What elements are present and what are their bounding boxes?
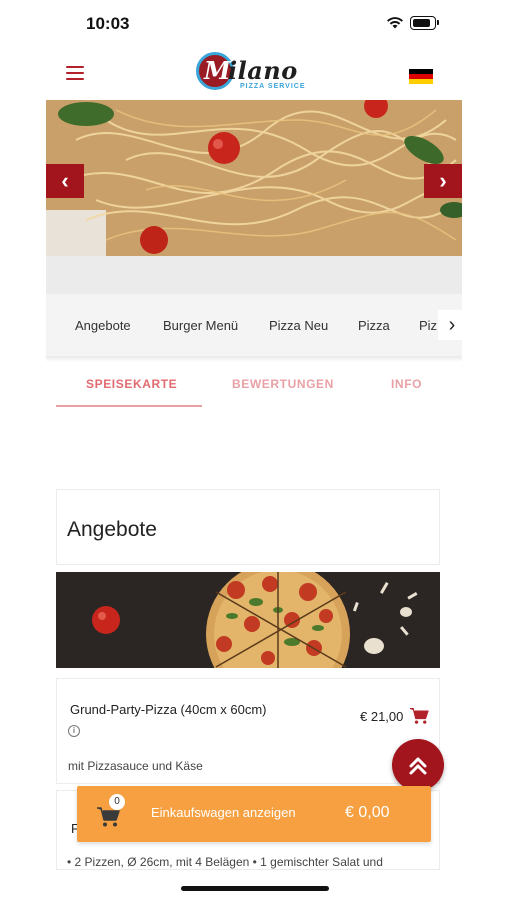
category-angebote[interactable]: Angebote [75, 318, 131, 333]
battery-icon [410, 16, 436, 30]
app-header: M ilano PIZZA SERVICE [0, 48, 507, 100]
double-chevron-up-icon [409, 757, 427, 775]
wifi-icon [387, 17, 403, 29]
product-description: • 2 Pizzen, Ø 26cm, mit 4 Belägen • 1 ge… [67, 855, 383, 869]
category-nav: Angebote Burger Menü Pizza Neu Pizza Piz… [46, 294, 462, 356]
view-cart-button[interactable]: 0 Einkaufswagen anzeigen € 0,00 [77, 786, 431, 842]
section-banner-image [56, 572, 440, 668]
battery-nub [437, 20, 439, 25]
status-bar: 10:03 [0, 0, 507, 48]
section-title: Angebote [67, 518, 157, 541]
product-name: Grund-Party-Pizza (40cm x 60cm) [70, 702, 267, 717]
cart-label: Einkaufswagen anzeigen [151, 805, 296, 820]
carousel-next-button[interactable]: › [424, 164, 462, 198]
category-pizza-neu[interactable]: Pizza Neu [269, 318, 328, 333]
cart-count-badge: 0 [109, 794, 125, 810]
logo-subtitle: PIZZA SERVICE [240, 83, 306, 90]
hero-carousel: ‹ › [46, 100, 462, 256]
section-header: Angebote [56, 489, 440, 565]
info-icon[interactable]: i [68, 725, 80, 737]
home-indicator[interactable] [181, 886, 329, 891]
logo-letter: M [204, 56, 231, 85]
tab-info[interactable]: INFO [391, 377, 422, 391]
category-partial[interactable]: Piz [419, 318, 437, 333]
milano-logo[interactable]: M ilano PIZZA SERVICE [196, 50, 316, 92]
product-price: € 21,00 [360, 709, 404, 724]
carousel-prev-button[interactable]: ‹ [46, 164, 84, 198]
scroll-to-top-button[interactable] [392, 739, 444, 791]
add-to-cart-icon[interactable] [409, 707, 429, 725]
german-flag-icon[interactable] [409, 69, 433, 84]
product-card[interactable]: Grund-Party-Pizza (40cm x 60cm) i mit Pi… [56, 678, 440, 784]
category-next-icon[interactable]: › [438, 310, 462, 340]
product-description: mit Pizzasauce und Käse [68, 759, 203, 773]
spaghetti-image [46, 100, 462, 256]
status-time: 10:03 [86, 14, 130, 33]
category-pizza[interactable]: Pizza [358, 318, 390, 333]
category-divider [46, 356, 462, 362]
pizza-image [56, 572, 440, 668]
hero-strip [46, 256, 462, 294]
hamburger-menu-icon[interactable] [66, 66, 84, 80]
tab-speisekarte[interactable]: SPEISEKARTE [86, 377, 177, 391]
logo-text: ilano [228, 56, 298, 85]
category-burger-menu[interactable]: Burger Menü [163, 318, 238, 333]
tab-bewertungen[interactable]: BEWERTUNGEN [232, 377, 334, 391]
active-tab-indicator [56, 405, 202, 407]
cart-total: € 0,00 [345, 804, 390, 821]
